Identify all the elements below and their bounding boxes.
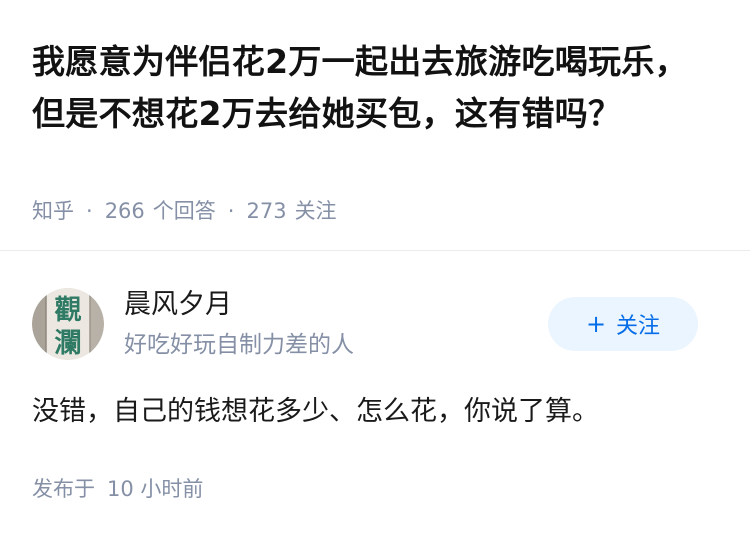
answer-count-label: 个回答 <box>152 199 216 223</box>
follower-count: 273 <box>246 199 287 223</box>
answer-content: 没错，自己的钱想花多少、怎么花，你说了算。 <box>32 396 599 427</box>
plus-icon: + <box>585 310 607 338</box>
author-bio: 好吃好玩自制力差的人 <box>124 332 354 358</box>
meta-separator: · <box>86 199 93 223</box>
source-label: 知乎 <box>32 199 74 223</box>
answer-timestamp: 发布于 10 小时前 <box>32 474 203 504</box>
answer-card: 我愿意为伴侣花2万一起出去旅游吃喝玩乐，但是不想花2万去给她买包，这有错吗？ 知… <box>0 0 750 540</box>
follow-button-label: 关注 <box>616 314 661 339</box>
published-time: 10 小时前 <box>107 477 204 501</box>
published-label: 发布于 <box>32 477 95 501</box>
section-divider <box>0 250 750 251</box>
author-avatar[interactable]: 觀 瀾 <box>32 288 104 360</box>
question-meta: 知乎 · 266 个回答 · 273 关注 <box>32 196 337 226</box>
follower-count-label: 关注 <box>294 199 337 223</box>
question-title[interactable]: 我愿意为伴侣花2万一起出去旅游吃喝玩乐，但是不想花2万去给她买包，这有错吗？ <box>32 36 692 140</box>
avatar-glyph: 觀 <box>55 295 82 326</box>
meta-separator: · <box>227 199 235 223</box>
avatar-image: 觀 瀾 <box>32 288 104 360</box>
answer-count: 266 <box>104 199 145 223</box>
follow-button[interactable]: + 关注 <box>548 297 698 351</box>
avatar-glyph: 瀾 <box>55 328 82 359</box>
author-name[interactable]: 晨风夕月 <box>124 287 232 323</box>
